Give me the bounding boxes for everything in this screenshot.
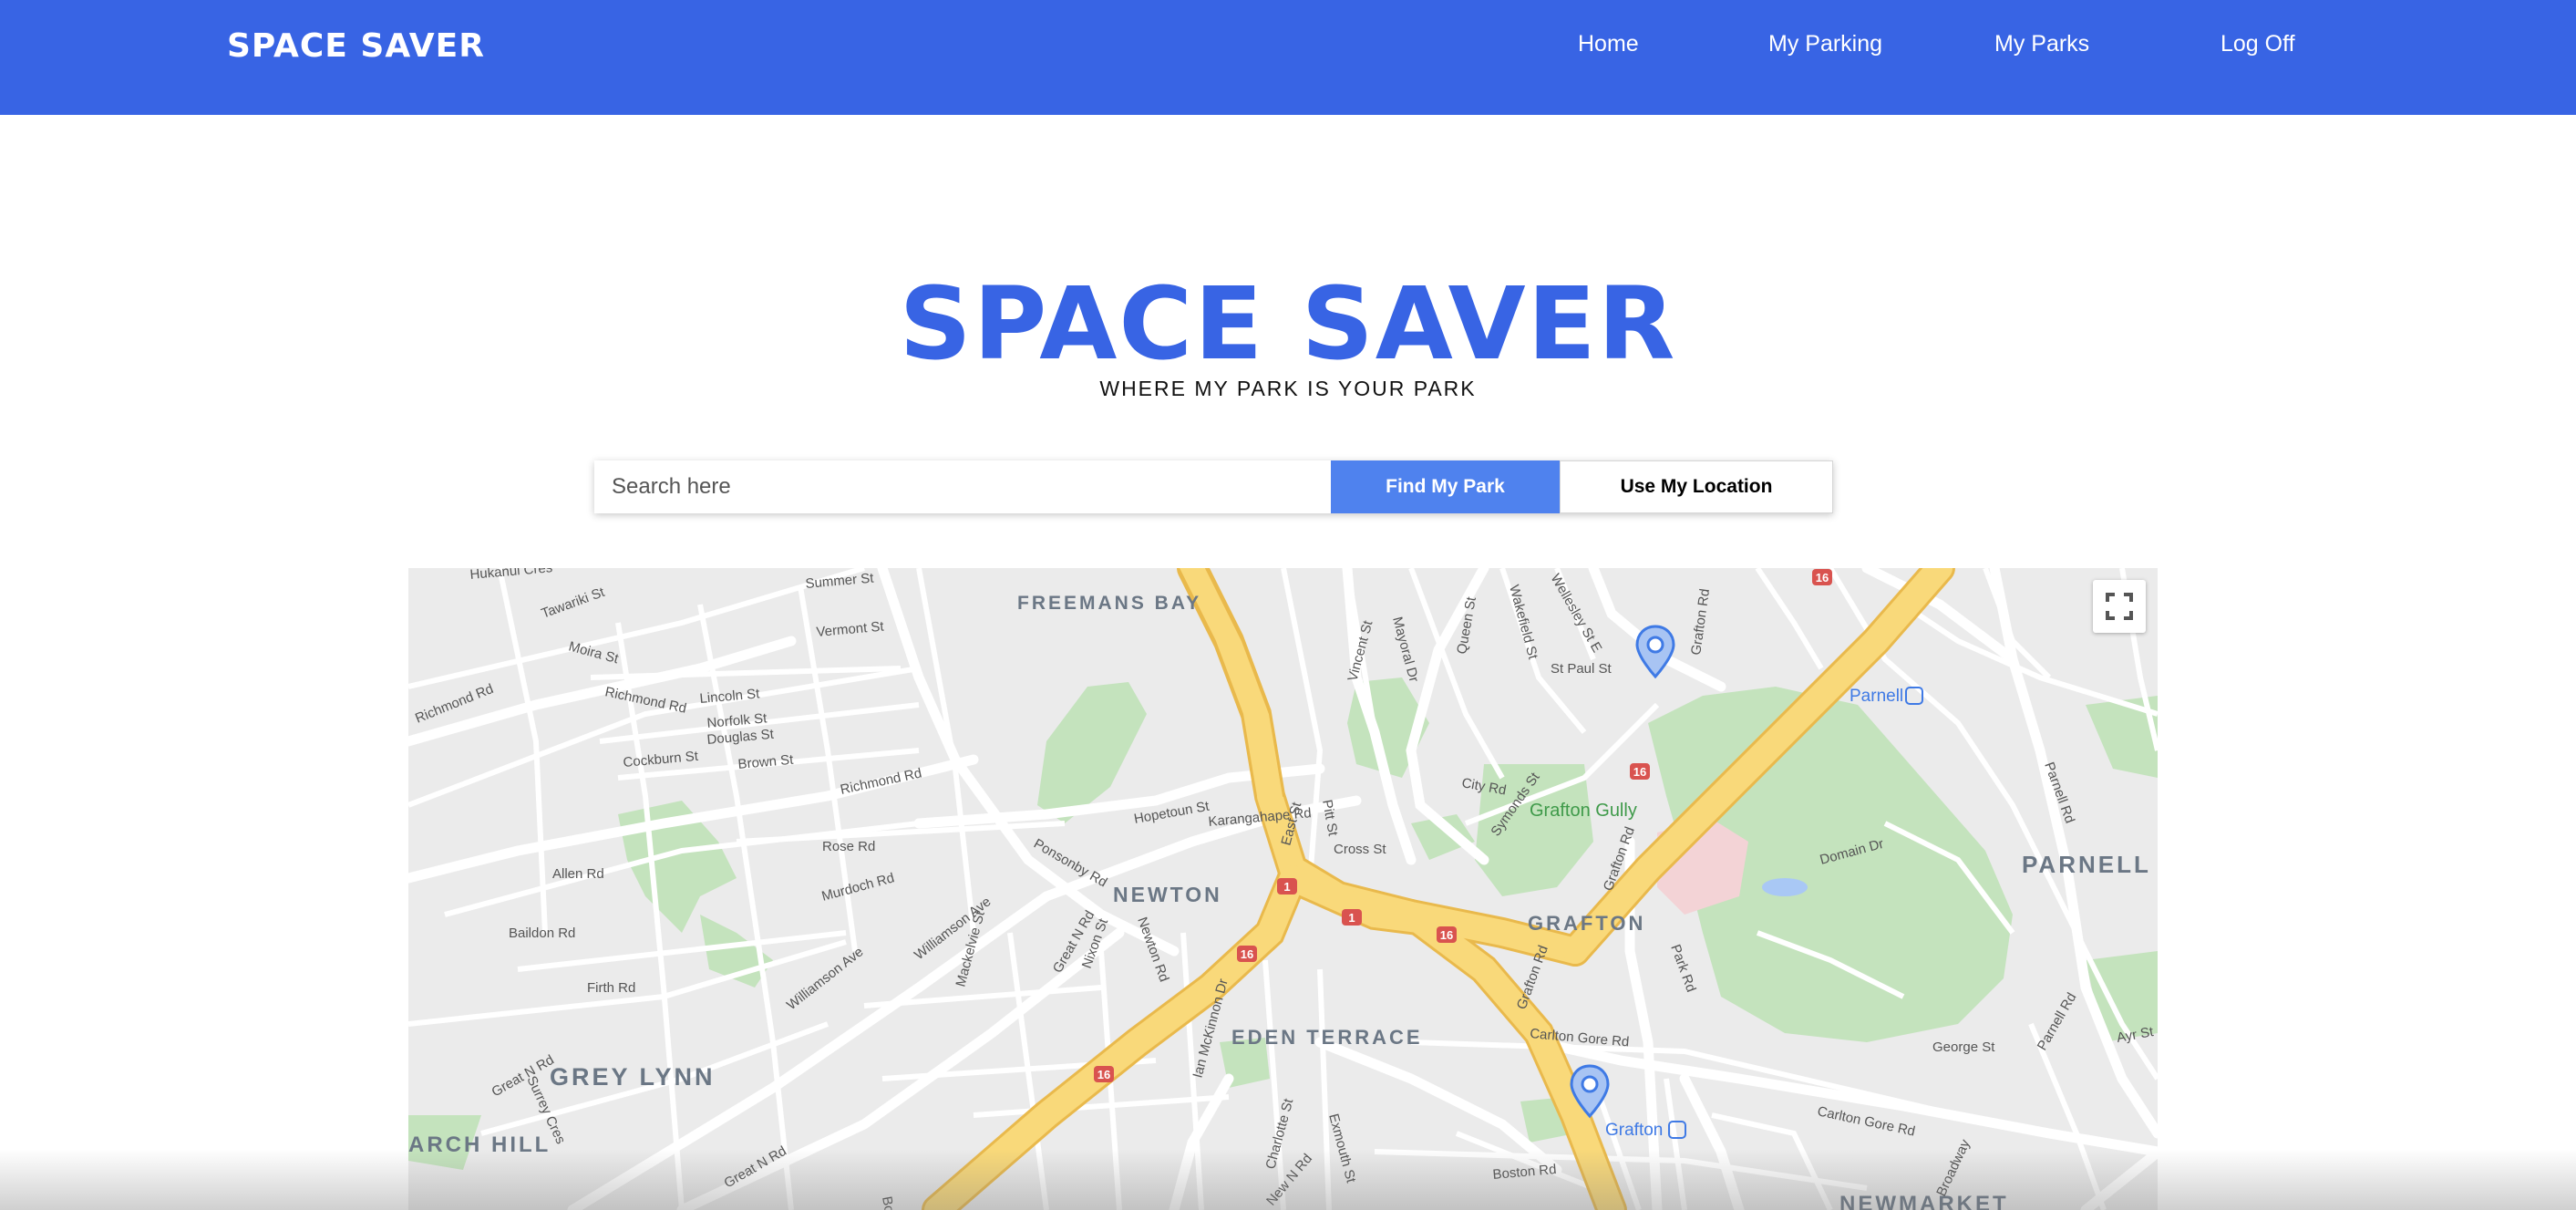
hero-title: SPACE SAVER bbox=[899, 265, 1677, 382]
area-label-eden-terrace: EDEN TERRACE bbox=[1231, 1026, 1423, 1049]
svg-text:16: 16 bbox=[1241, 947, 1253, 961]
nav-link-log-off[interactable]: Log Off bbox=[2221, 31, 2295, 57]
park-label-grafton-gully: Grafton Gully bbox=[1530, 801, 1637, 821]
area-label-freemans-bay: FREEMANS BAY bbox=[1017, 593, 1201, 614]
svg-text:Cross St: Cross St bbox=[1334, 842, 1386, 857]
brand-logo[interactable]: SPACE SAVER bbox=[227, 27, 485, 65]
top-navbar: SPACE SAVER Home My Parking My Parks Log… bbox=[0, 0, 2576, 115]
area-label-newmarket: NEWMARKET bbox=[1839, 1192, 2009, 1210]
map-canvas[interactable]: 16 16 1 1 16 16 16 FREEMANS BAY NEWTON G… bbox=[408, 568, 2158, 1210]
svg-text:16: 16 bbox=[1816, 571, 1829, 584]
use-my-location-button[interactable]: Use My Location bbox=[1560, 460, 1833, 513]
area-label-newton: NEWTON bbox=[1113, 883, 1222, 906]
find-my-park-button[interactable]: Find My Park bbox=[1331, 460, 1560, 513]
svg-text:16: 16 bbox=[1633, 765, 1646, 779]
svg-text:1: 1 bbox=[1348, 911, 1355, 925]
hero-tagline: WHERE MY PARK IS YOUR PARK bbox=[1099, 377, 1477, 400]
svg-text:Baildon Rd: Baildon Rd bbox=[509, 926, 575, 941]
map-pond bbox=[1762, 878, 1808, 896]
search-bar: Find My Park Use My Location bbox=[594, 460, 1833, 513]
area-label-grafton: GRAFTON bbox=[1528, 912, 1645, 935]
svg-text:1: 1 bbox=[1283, 880, 1290, 894]
svg-text:Firth Rd: Firth Rd bbox=[587, 980, 635, 996]
station-label-parnell: Parnell bbox=[1850, 687, 1903, 706]
svg-text:16: 16 bbox=[1440, 928, 1453, 942]
nav-link-my-parking[interactable]: My Parking bbox=[1768, 31, 1882, 57]
search-input[interactable] bbox=[594, 460, 1331, 513]
map[interactable]: 16 16 1 1 16 16 16 FREEMANS BAY NEWTON G… bbox=[408, 568, 2158, 1210]
area-label-grey-lynn: GREY LYNN bbox=[550, 1063, 716, 1091]
svg-text:George St: George St bbox=[1932, 1039, 1995, 1055]
svg-text:16: 16 bbox=[1097, 1068, 1110, 1081]
svg-text:St Paul St: St Paul St bbox=[1551, 661, 1613, 677]
station-label-grafton: Grafton bbox=[1605, 1121, 1663, 1140]
map-fullscreen-button[interactable] bbox=[2093, 580, 2146, 633]
svg-text:Rose Rd: Rose Rd bbox=[822, 839, 875, 854]
svg-text:Allen Rd: Allen Rd bbox=[552, 866, 604, 882]
area-label-arch-hill: ARCH HILL bbox=[408, 1132, 551, 1157]
area-label-parnell: PARNELL bbox=[2022, 851, 2151, 878]
fullscreen-icon bbox=[2106, 593, 2133, 620]
nav-link-home[interactable]: Home bbox=[1578, 31, 1639, 57]
nav-link-my-parks[interactable]: My Parks bbox=[1994, 31, 2089, 57]
